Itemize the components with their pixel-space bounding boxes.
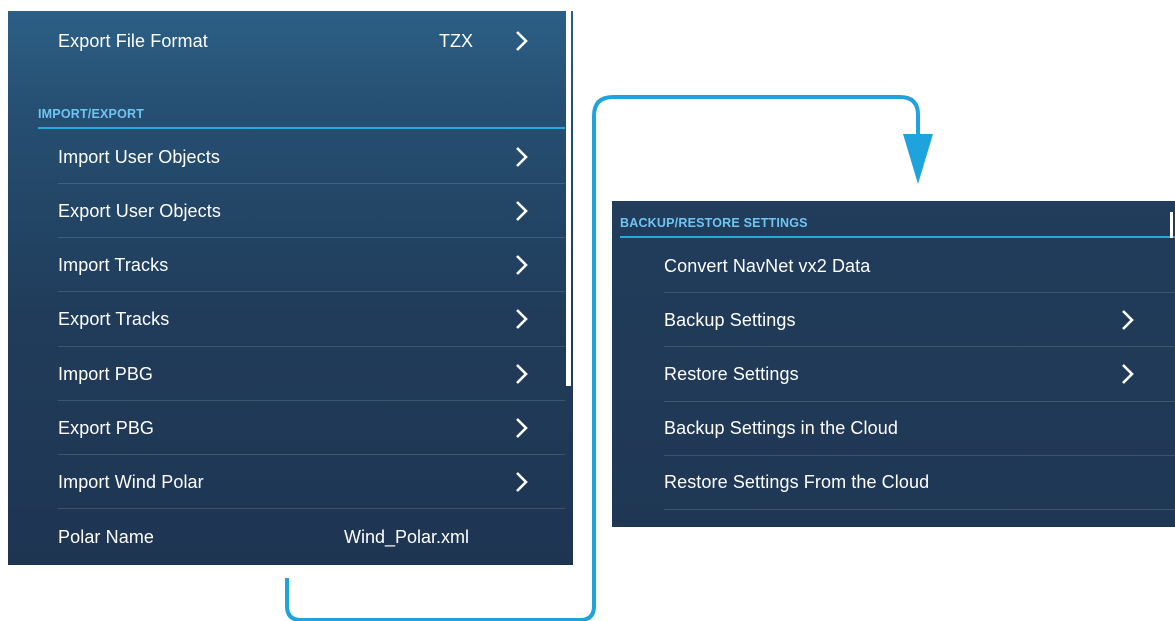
flow-connector-arrow: [285, 95, 933, 621]
connector-line: [285, 95, 920, 621]
arrowhead-down-icon: [903, 134, 933, 184]
